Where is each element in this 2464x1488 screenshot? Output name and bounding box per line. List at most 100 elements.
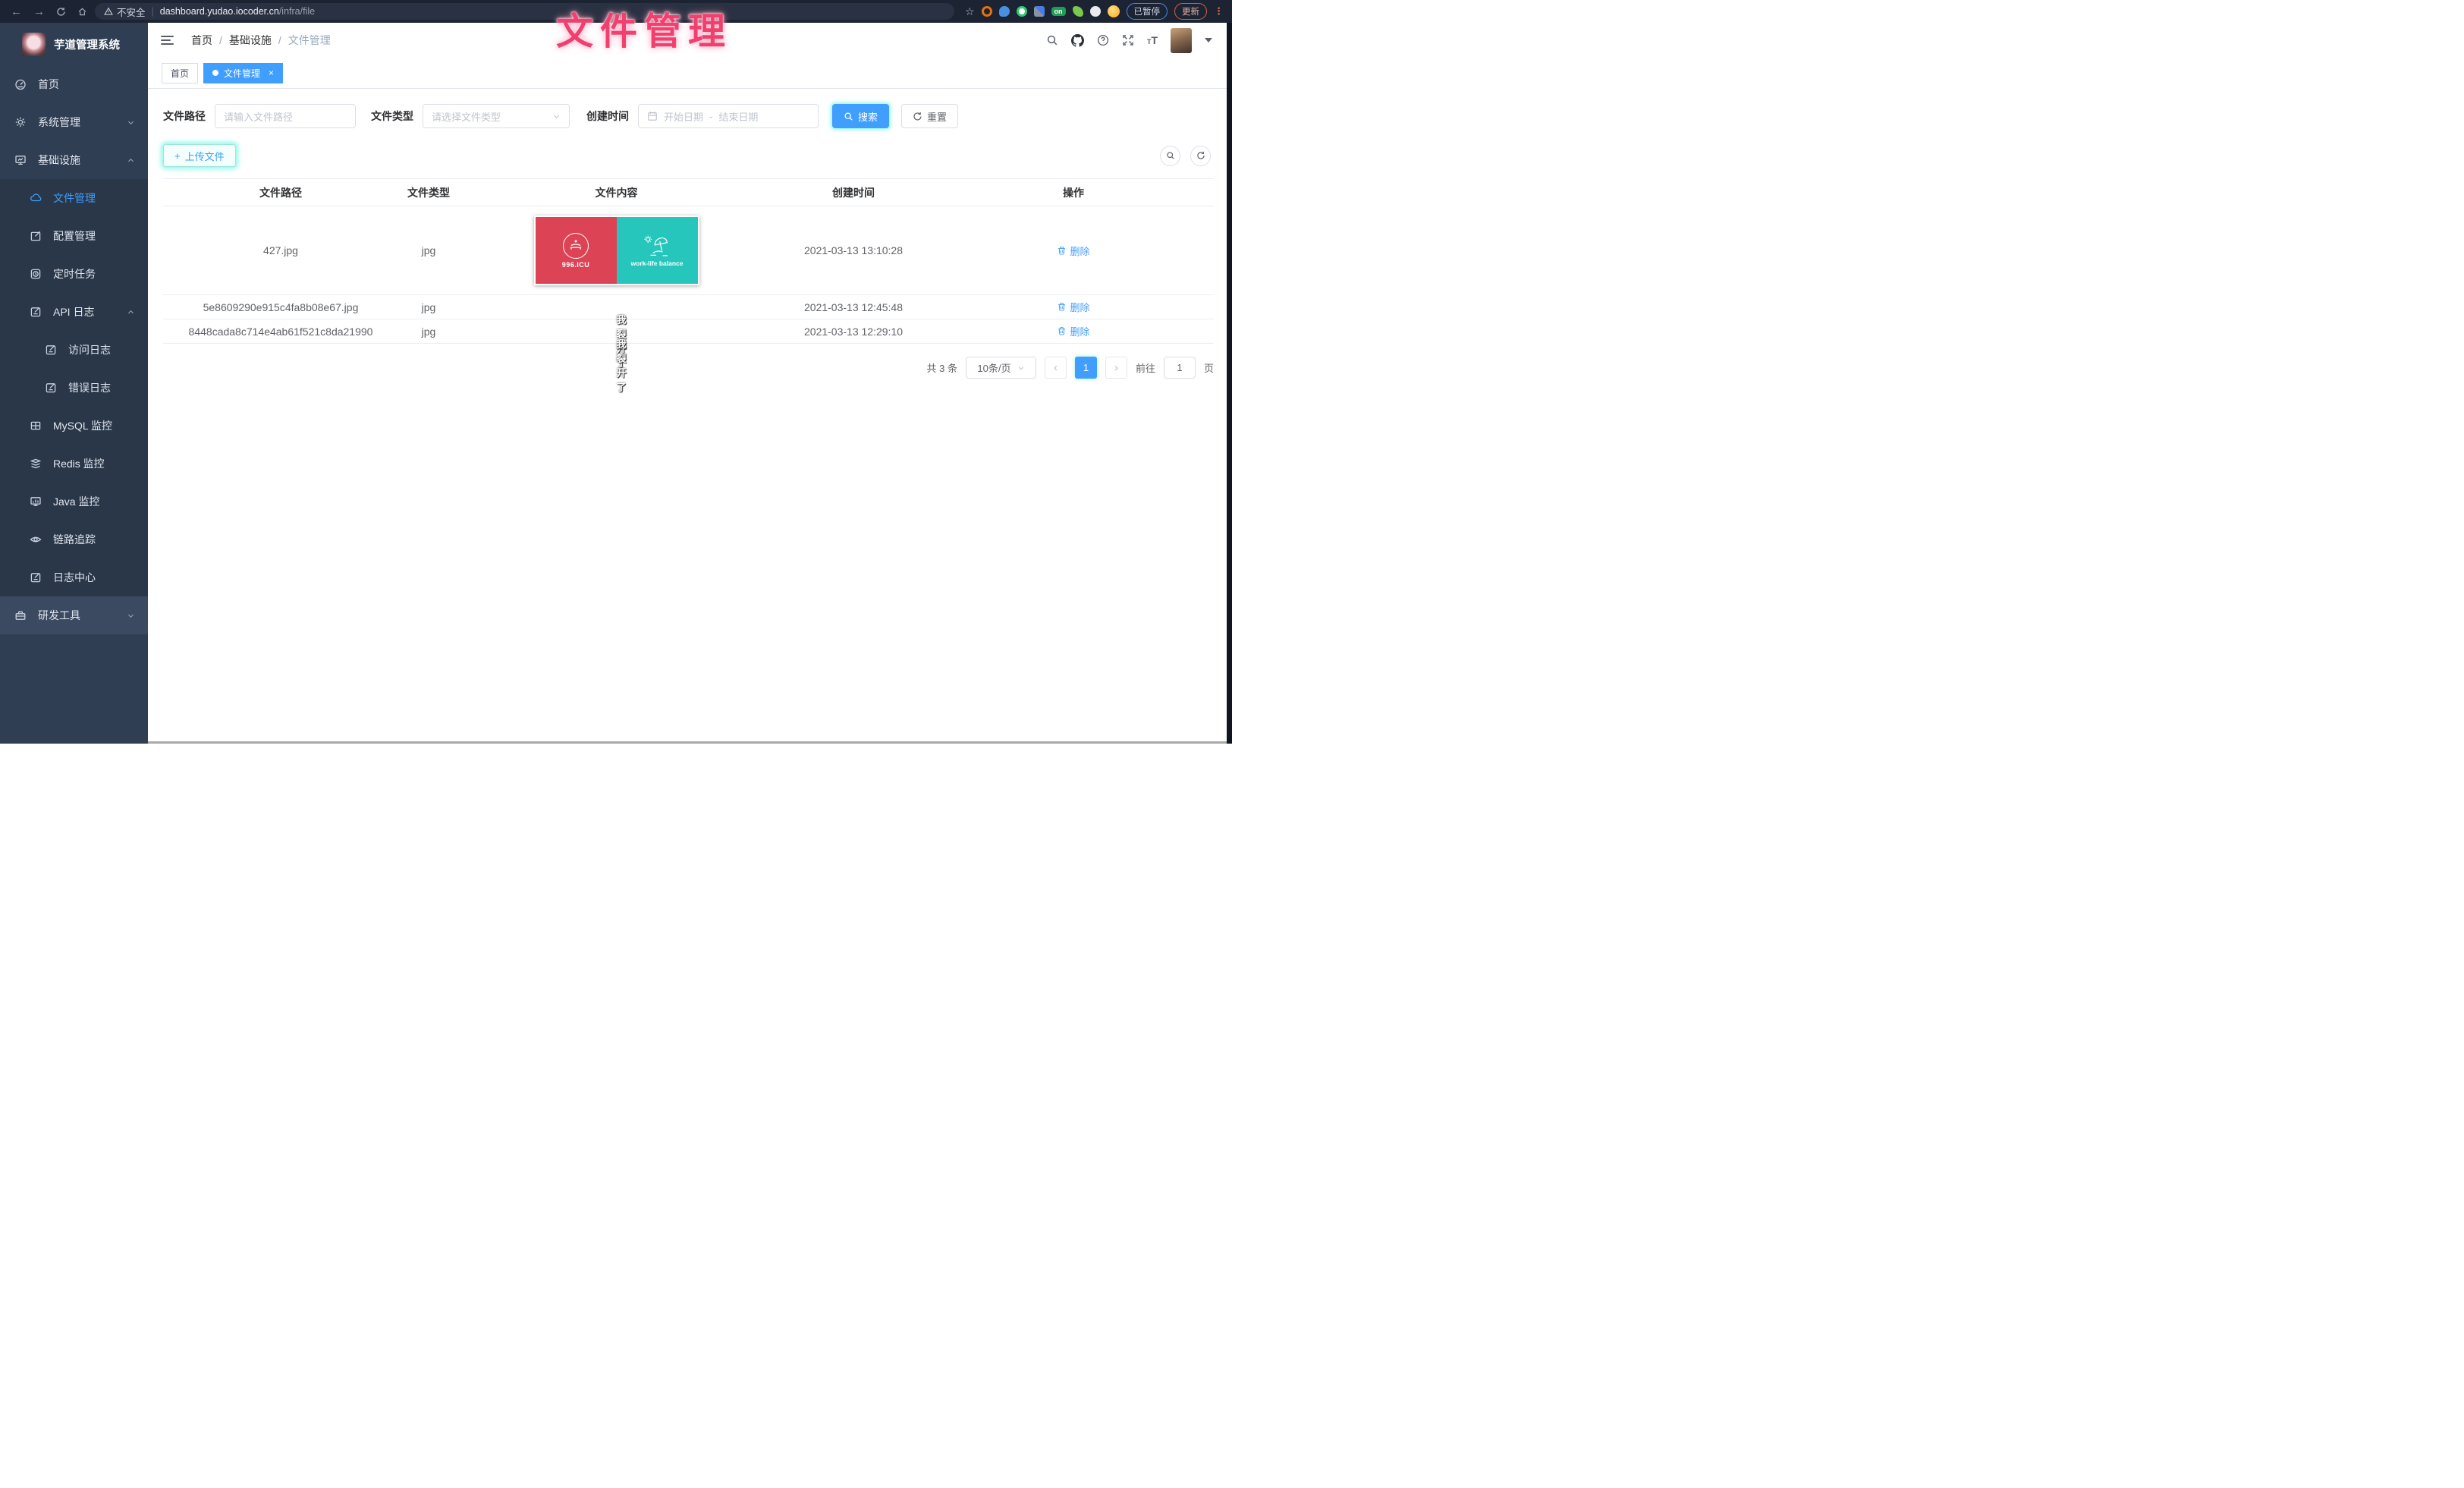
sidebar-item-label: Redis 监控 (53, 456, 105, 471)
browser-extensions: ☆ on 已暂停 更新 ⋮ (965, 3, 1232, 20)
trash-icon (1057, 246, 1067, 256)
date-range-picker[interactable]: 开始日期 - 结束日期 (638, 104, 819, 128)
col-header-path: 文件路径 (163, 185, 398, 200)
start-date-placeholder: 开始日期 (664, 109, 703, 124)
sidebar-item-file-management[interactable]: 文件管理 (0, 179, 148, 217)
sidebar-item-api-log[interactable]: API 日志 (0, 293, 148, 331)
log-edit-icon (45, 344, 57, 356)
font-size-icon[interactable]: TT (1147, 34, 1158, 46)
hospital-bed-icon (563, 233, 589, 259)
current-page-button[interactable]: 1 (1075, 357, 1097, 379)
user-menu-caret-icon[interactable] (1205, 38, 1212, 42)
goto-page-input[interactable]: 1 (1164, 357, 1196, 379)
sidebar-item-config[interactable]: 配置管理 (0, 217, 148, 255)
page-size-select[interactable]: 10条/页 (966, 357, 1036, 379)
sidebar-collapse-icon[interactable] (161, 33, 174, 47)
sidebar-item-label: 系统管理 (38, 115, 80, 130)
fullscreen-icon[interactable] (1122, 34, 1134, 46)
user-avatar[interactable] (1171, 28, 1192, 53)
extension-icon-green-circle[interactable] (1017, 6, 1027, 17)
extension-icon-green-leaf[interactable] (1073, 6, 1083, 17)
reload-icon[interactable] (56, 7, 66, 17)
profile-avatar-icon[interactable] (1108, 5, 1120, 17)
browser-menu-icon[interactable]: ⋮ (1214, 5, 1224, 17)
prev-page-button[interactable]: ‹ (1045, 357, 1067, 379)
breadcrumb-home[interactable]: 首页 (191, 33, 212, 48)
search-button[interactable]: 搜索 (832, 104, 889, 128)
delete-button[interactable]: 删除 (1057, 324, 1089, 338)
home-icon[interactable] (77, 7, 87, 17)
calendar-icon (647, 111, 658, 121)
file-type-label: 文件类型 (371, 109, 413, 124)
sidebar-item-label: 链路追踪 (53, 532, 96, 547)
profile-paused-badge[interactable]: 已暂停 (1127, 3, 1168, 20)
extension-icon-on-badge[interactable]: on (1051, 7, 1066, 16)
security-label: 不安全 (117, 5, 146, 19)
logo-row[interactable]: 芋道管理系统 (0, 23, 148, 65)
cell-create-time: 2021-03-13 12:29:10 (774, 326, 933, 338)
sidebar-item-trace[interactable]: 链路追踪 (0, 521, 148, 558)
sidebar-item-redis-monitor[interactable]: Redis 监控 (0, 445, 148, 483)
cell-file-type: jpg (398, 244, 459, 256)
file-path-label: 文件路径 (163, 109, 206, 124)
forward-icon[interactable]: → (33, 5, 45, 18)
sidebar-item-log-center[interactable]: 日志中心 (0, 558, 148, 596)
file-path-input[interactable]: 请输入文件路径 (215, 104, 356, 128)
extension-icon-blue-drop[interactable] (999, 6, 1010, 17)
date-separator: - (709, 111, 712, 122)
tab-close-icon[interactable]: × (269, 68, 274, 78)
bookmark-star-icon[interactable]: ☆ (965, 5, 975, 18)
sidebar: 芋道管理系统 首页 系统管理 基础设施 (0, 23, 148, 744)
sidebar-item-label: 文件管理 (53, 190, 96, 206)
delete-button[interactable]: 删除 (1057, 244, 1089, 258)
update-button[interactable]: 更新 (1174, 3, 1207, 20)
delete-button[interactable]: 删除 (1057, 300, 1089, 314)
sidebar-item-scheduled-tasks[interactable]: 定时任务 (0, 255, 148, 293)
github-icon[interactable] (1071, 34, 1084, 47)
address-divider: | (152, 6, 154, 17)
file-type-select[interactable]: 请选择文件类型 (423, 104, 570, 128)
back-icon[interactable]: ← (11, 5, 22, 18)
reset-button[interactable]: 重置 (901, 104, 958, 128)
tab-file-management[interactable]: 文件管理 × (203, 63, 283, 83)
extension-icon-orange[interactable] (982, 6, 992, 17)
sidebar-item-label: Java 监控 (53, 494, 99, 509)
chevron-up-icon (127, 308, 135, 316)
sidebar-item-dev-tools[interactable]: 研发工具 (0, 596, 148, 634)
sidebar-item-home[interactable]: 首页 (0, 65, 148, 103)
cell-file-type: jpg (398, 301, 459, 313)
file-preview-996icu-image[interactable]: 996.ICU work-life balance (534, 215, 699, 285)
sidebar-item-error-log[interactable]: 错误日志 (0, 369, 148, 407)
996icu-half: 996.ICU (536, 217, 617, 284)
cell-file-path: 427.jpg (163, 244, 398, 256)
sidebar-item-access-log[interactable]: 访问日志 (0, 331, 148, 369)
sidebar-item-infrastructure[interactable]: 基础设施 (0, 141, 148, 179)
address-bar[interactable]: 不安全 | dashboard.yudao.iocoder.cn/infra/f… (95, 3, 954, 20)
sidebar-item-label: 配置管理 (53, 228, 96, 244)
toggle-search-button[interactable] (1160, 146, 1180, 166)
search-label: 搜索 (858, 109, 878, 124)
tab-home[interactable]: 首页 (162, 63, 198, 83)
table-row: 5e8609290e915c4fa8b08e67.jpg jpg 我裂开了 20… (163, 295, 1214, 319)
table-tools (1160, 146, 1211, 166)
dashboard-icon (14, 78, 27, 90)
table-row: 427.jpg jpg 996.ICU (163, 206, 1214, 295)
refresh-table-button[interactable] (1190, 146, 1211, 166)
extension-icon-puzzle[interactable] (1090, 6, 1101, 17)
cell-file-type: jpg (398, 326, 459, 338)
sidebar-item-label: 定时任务 (53, 266, 96, 282)
upload-file-button[interactable]: + 上传文件 (163, 144, 236, 167)
sidebar-item-mysql-monitor[interactable]: MySQL 监控 (0, 407, 148, 445)
end-date-placeholder: 结束日期 (718, 109, 758, 124)
next-page-button[interactable]: › (1105, 357, 1127, 379)
chevron-down-icon (552, 112, 561, 121)
search-icon[interactable] (1046, 34, 1058, 46)
sidebar-item-system[interactable]: 系统管理 (0, 103, 148, 141)
upload-label: 上传文件 (185, 149, 225, 163)
help-icon[interactable] (1097, 34, 1109, 46)
extension-icon-grid[interactable] (1034, 6, 1045, 17)
sidebar-item-java-monitor[interactable]: Java 监控 (0, 483, 148, 521)
security-indicator[interactable]: 不安全 (104, 5, 146, 19)
breadcrumb-infrastructure[interactable]: 基础设施 (229, 33, 272, 48)
monitor-icon (14, 154, 27, 166)
